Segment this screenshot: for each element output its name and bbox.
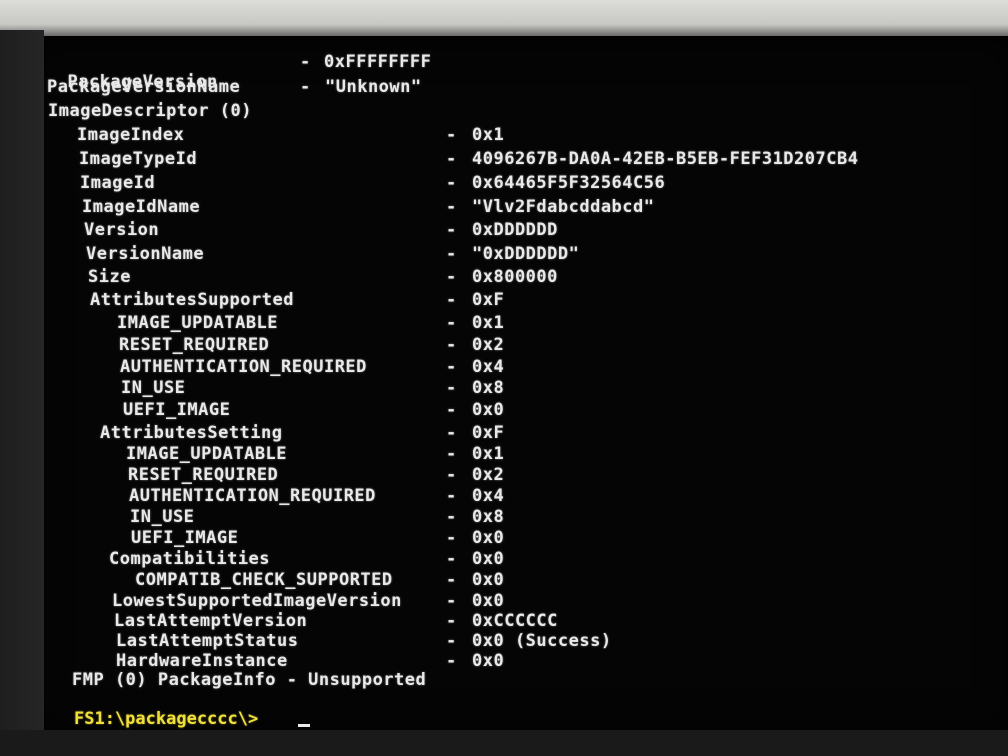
fmp-package-info-line: FMP (0) PackageInfo - Unsupported xyxy=(72,670,427,690)
image-descriptor-heading: ImageDescriptor (0) xyxy=(48,101,252,121)
field-separator: - xyxy=(446,591,457,611)
field-value: 0x2 xyxy=(472,465,505,485)
field-key: ImageIndex xyxy=(77,125,185,145)
field-value: 0x0 xyxy=(472,570,505,590)
field-separator: - xyxy=(446,444,457,464)
field-key: ImageId xyxy=(80,173,156,193)
field-separator: - xyxy=(446,173,457,193)
field-separator: - xyxy=(446,290,457,310)
field-key: AUTHENTICATION_REQUIRED xyxy=(120,357,367,377)
field-separator: - xyxy=(446,149,457,169)
field-key: RESET_REQUIRED xyxy=(128,465,279,485)
field-value: 0x2 xyxy=(472,335,505,355)
field-value: 0xDDDDDD xyxy=(472,220,558,240)
field-separator: - xyxy=(446,423,457,443)
package-version-name-value: "Unknown" xyxy=(325,77,422,97)
field-separator: - xyxy=(446,570,457,590)
field-value: 0x1 xyxy=(472,313,505,333)
field-separator: - xyxy=(446,197,457,217)
field-key: Compatibilities xyxy=(109,549,271,569)
field-separator: - xyxy=(446,357,457,377)
field-key: ImageTypeId xyxy=(79,149,198,169)
field-key: Version xyxy=(84,220,160,240)
field-value: 0x0 xyxy=(472,528,505,548)
field-separator: - xyxy=(446,611,457,631)
field-value: 0x0 xyxy=(472,651,505,671)
field-separator: - xyxy=(446,125,457,145)
field-separator: - xyxy=(446,507,457,527)
field-value: 0x8 xyxy=(472,378,505,398)
field-key: LastAttemptStatus xyxy=(116,631,299,651)
field-value: 0x0 xyxy=(472,549,505,569)
field-value: "Vlv2Fdabcddabcd" xyxy=(472,197,655,217)
text-cursor xyxy=(298,724,310,727)
field-key: HardwareInstance xyxy=(116,651,288,671)
field-separator: - xyxy=(446,400,457,420)
field-value: 0x0 xyxy=(472,591,505,611)
field-key: VersionName xyxy=(86,244,205,264)
field-key: IMAGE_UPDATABLE xyxy=(126,444,288,464)
field-separator: - xyxy=(446,220,457,240)
field-separator: - xyxy=(446,651,457,671)
field-separator: - xyxy=(446,631,457,651)
field-value: 0xF xyxy=(472,290,505,310)
field-key: Size xyxy=(88,267,131,287)
monitor-bezel-bottom xyxy=(0,730,1008,756)
field-separator: - xyxy=(446,549,457,569)
field-key: UEFI_IMAGE xyxy=(123,400,231,420)
field-key: AttributesSupported xyxy=(90,290,294,310)
field-value: 0x1 xyxy=(472,125,505,145)
field-value: 0x4 xyxy=(472,486,505,506)
shell-prompt[interactable]: FS1:\packagecccc\> xyxy=(74,709,258,729)
field-separator: - xyxy=(446,244,457,264)
field-separator: - xyxy=(446,486,457,506)
field-key: LastAttemptVersion xyxy=(114,611,308,631)
field-separator: - xyxy=(446,465,457,485)
field-value: 0x8 xyxy=(472,507,505,527)
field-separator: - xyxy=(446,267,457,287)
package-version-value: 0xFFFFFFFF xyxy=(324,52,432,72)
field-value: 0x800000 xyxy=(472,267,558,287)
field-value: 4096267B-DA0A-42EB-B5EB-FEF31D207CB4 xyxy=(472,149,859,169)
field-value: 0x4 xyxy=(472,357,505,377)
field-separator: - xyxy=(446,378,457,398)
field-value: 0x1 xyxy=(472,444,505,464)
field-value: "0xDDDDDD" xyxy=(472,244,580,264)
field-key: COMPATIB_CHECK_SUPPORTED xyxy=(135,570,393,590)
field-value: 0x0 xyxy=(472,400,505,420)
field-separator: - xyxy=(446,335,457,355)
field-key: LowestSupportedImageVersion xyxy=(112,591,402,611)
field-value: 0x64465F5F32564C56 xyxy=(472,173,666,193)
package-version-name-sep: - xyxy=(300,77,311,97)
field-key: RESET_REQUIRED xyxy=(119,335,270,355)
field-key: AUTHENTICATION_REQUIRED xyxy=(129,486,376,506)
field-value: 0xCCCCCC xyxy=(472,611,558,631)
package-version-name-key: PackageVersionName xyxy=(47,77,241,97)
field-key: IN_USE xyxy=(121,378,186,398)
field-key: IMAGE_UPDATABLE xyxy=(117,313,279,333)
field-key: IN_USE xyxy=(130,507,195,527)
field-value: 0x0 (Success) xyxy=(472,631,612,651)
field-value: 0xF xyxy=(472,423,505,443)
field-separator: - xyxy=(446,313,457,333)
field-key: AttributesSetting xyxy=(100,423,283,443)
package-version-sep: - xyxy=(300,52,311,72)
field-separator: - xyxy=(446,528,457,548)
field-key: UEFI_IMAGE xyxy=(131,528,239,548)
monitor-bezel-left xyxy=(0,30,44,756)
field-key: ImageIdName xyxy=(82,197,201,217)
